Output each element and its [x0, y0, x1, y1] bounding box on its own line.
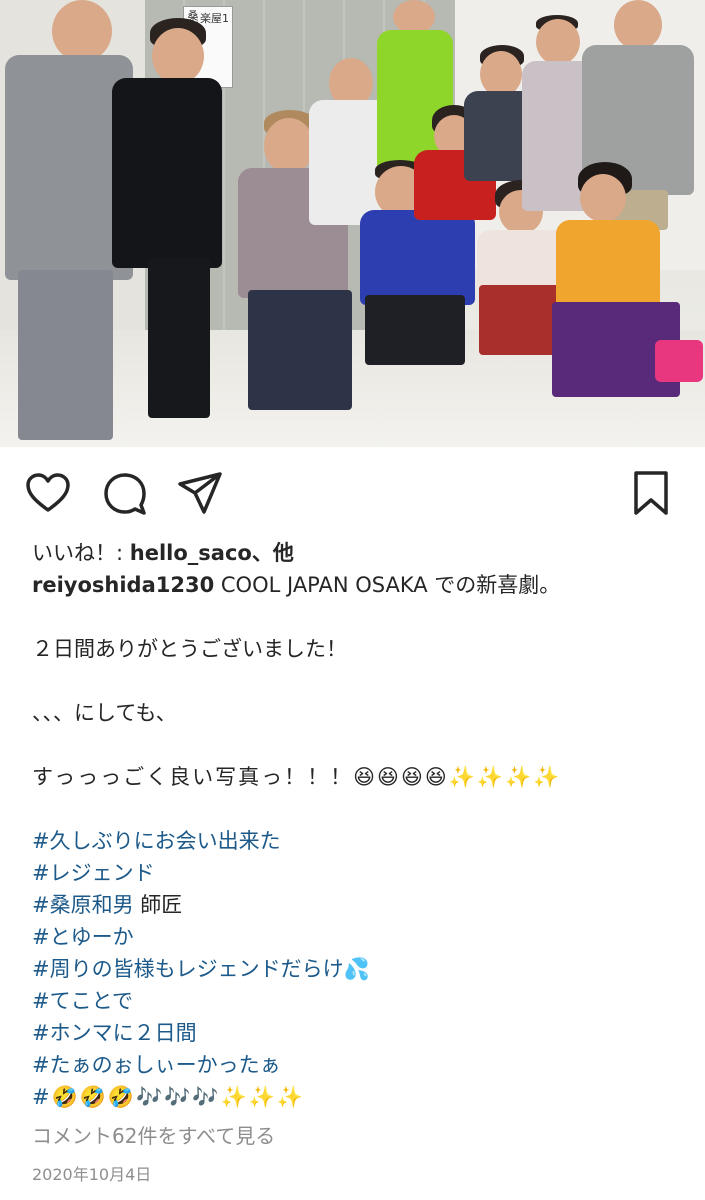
likes-suffix: 、他 [251, 541, 294, 565]
hashtag-link[interactable]: #レジェンド [32, 861, 155, 885]
hashtag-line: #🤣🤣🤣🎶🎶🎶✨✨✨ [32, 1081, 677, 1113]
likes-prefix: いいね！: [32, 541, 130, 565]
person-orange-top [550, 162, 703, 422]
hashtag-line: #周りの皆様もレジェンドだらけ💦 [32, 953, 677, 985]
hashtag-suffix: 💦 [343, 957, 370, 981]
likes-line[interactable]: いいね！: hello_saco、他 [32, 537, 677, 569]
caption-line: ２日間ありがとうございました！ [32, 637, 347, 661]
caption-text-first: COOL JAPAN OSAKA での新喜劇。 [214, 573, 561, 597]
hashtag-line: #とゆーか [32, 921, 677, 953]
bookmark-icon[interactable] [627, 469, 675, 517]
caption-line: すっっっごく良い写真っ！！！😆😆😆😆✨✨✨✨ [32, 765, 562, 789]
person-black-suit [110, 18, 230, 438]
send-icon[interactable] [176, 469, 224, 517]
hashtag-link[interactable]: #久しぶりにお会い出来た [32, 829, 281, 853]
hashtag-line: #ホンマに２日間 [32, 1017, 677, 1049]
hashtag-link[interactable]: #桑原和男 [32, 893, 134, 917]
heart-icon[interactable] [24, 469, 72, 517]
post-action-bar [0, 447, 705, 537]
hashtag-line: #久しぶりにお会い出来た [32, 825, 677, 857]
hashtag-line: #桑原和男 師匠 [32, 889, 677, 921]
hashtag-link[interactable]: #とゆーか [32, 925, 134, 949]
hashtag-link[interactable]: #周りの皆様もレジェンドだらけ [32, 957, 344, 981]
post-date: 2020年10月4日 [32, 1165, 152, 1184]
hashtag-suffix: 師匠 [133, 893, 183, 917]
hashtag-link[interactable]: #ホンマに２日間 [32, 1021, 197, 1045]
view-all-comments-link[interactable]: コメント62件をすべて見る [0, 1121, 705, 1151]
caption-line: 、、、にしても、 [32, 701, 177, 725]
username-link[interactable]: reiyoshida1230 [32, 573, 214, 597]
post-photo[interactable]: 楽屋1 桑原和男 様 [0, 0, 705, 447]
hashtag-suffix: 🤣🤣🤣🎶🎶🎶✨✨✨ [51, 1085, 305, 1109]
hashtag-link[interactable]: # [32, 1085, 52, 1109]
hashtag-line: #レジェンド [32, 857, 677, 889]
hashtag-line: #たぁのぉしぃーかったぁ [32, 1049, 677, 1081]
hashtag-link[interactable]: #たぁのぉしぃーかったぁ [32, 1053, 281, 1077]
comment-icon[interactable] [101, 469, 149, 517]
hashtag-line: #てことで [32, 985, 677, 1017]
likes-user-link[interactable]: hello_saco [130, 541, 252, 565]
post-caption: いいね！: hello_saco、他 reiyoshida1230 COOL J… [0, 537, 705, 1113]
caption-first-line: reiyoshida1230 COOL JAPAN OSAKA での新喜劇。 [32, 569, 677, 601]
hashtag-link[interactable]: #てことで [32, 989, 133, 1013]
